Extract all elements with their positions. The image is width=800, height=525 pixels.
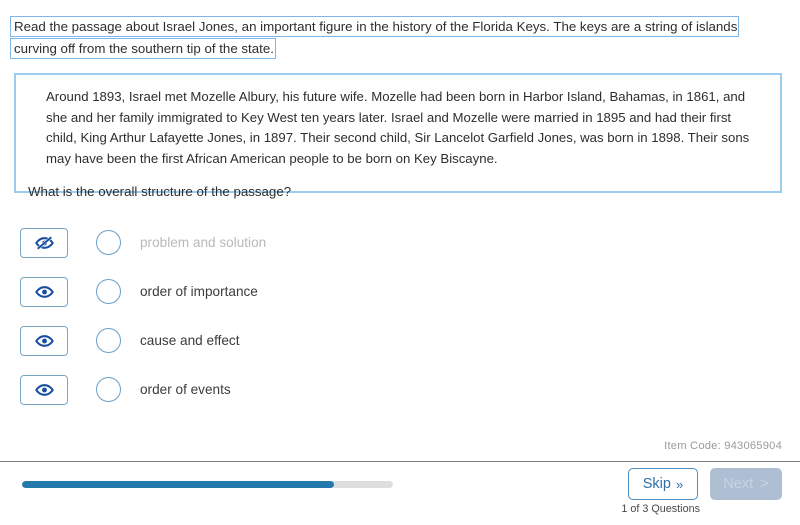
option-label[interactable]: cause and effect xyxy=(140,333,240,348)
eye-icon xyxy=(34,383,54,397)
passage-stimulus-box: Around 1893, Israel met Mozelle Albury, … xyxy=(14,73,782,199)
skip-button[interactable]: Skip » xyxy=(628,468,698,500)
option-row[interactable]: problem and solution xyxy=(0,218,800,267)
radio-option[interactable] xyxy=(96,279,121,304)
eliminate-toggle-eye-off[interactable] xyxy=(20,227,68,258)
option-label[interactable]: order of events xyxy=(140,382,231,397)
eye-off-icon xyxy=(34,235,54,250)
question-stem: What is the overall structure of the pas… xyxy=(28,184,292,199)
eye-icon xyxy=(34,285,54,299)
passage-body-text: Around 1893, Israel met Mozelle Albury, … xyxy=(46,89,750,166)
skip-button-label: Skip xyxy=(642,476,671,492)
option-row[interactable]: order of events xyxy=(0,365,800,414)
radio-option[interactable] xyxy=(96,377,121,402)
eliminate-toggle-eye[interactable] xyxy=(20,325,68,356)
option-label[interactable]: order of importance xyxy=(140,284,258,299)
item-code-label: Item Code: 943065904 xyxy=(664,440,782,452)
next-button[interactable]: Next > xyxy=(710,468,782,500)
answer-options-list: problem and solution order of importance xyxy=(0,218,800,414)
radio-option[interactable] xyxy=(96,230,121,255)
option-row[interactable]: order of importance xyxy=(0,267,800,316)
progress-bar-track xyxy=(22,481,393,488)
eye-icon xyxy=(34,334,54,348)
question-counter-label: 1 of 3 Questions xyxy=(621,503,700,515)
eliminate-toggle-eye[interactable] xyxy=(20,374,68,405)
option-row[interactable]: cause and effect xyxy=(0,316,800,365)
next-button-label: Next xyxy=(723,476,754,492)
progress-bar-fill xyxy=(22,481,334,488)
footer-divider xyxy=(0,461,800,462)
chevron-right-icon: > xyxy=(760,476,769,492)
radio-option[interactable] xyxy=(96,328,121,353)
double-chevron-right-icon: » xyxy=(675,476,684,492)
directions-prompt: Read the passage about Israel Jones, an … xyxy=(10,16,780,60)
option-label[interactable]: problem and solution xyxy=(140,235,266,250)
navigation-buttons: Skip » Next > xyxy=(628,468,782,500)
eliminate-toggle-eye[interactable] xyxy=(20,276,68,307)
prompt-text: Read the passage about Israel Jones, an … xyxy=(10,16,740,59)
